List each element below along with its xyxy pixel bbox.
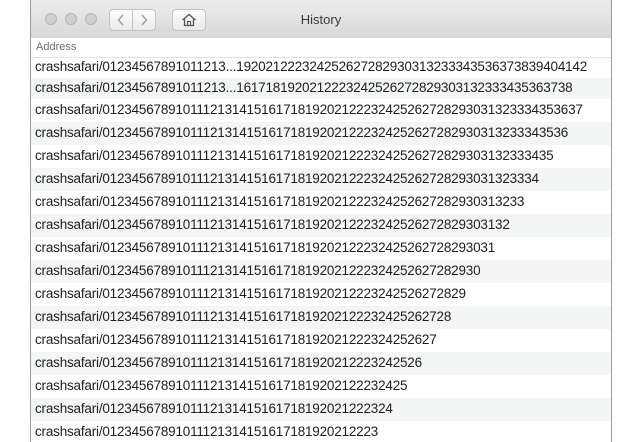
home-icon [182,13,196,27]
history-row[interactable]: crashsafari/0123456789101112131415161718… [31,122,611,145]
history-row[interactable]: crashsafari/0123456789101112131415161718… [31,398,611,421]
history-row[interactable]: crashsafari/0123456789101112131415161718… [31,352,611,375]
chevron-left-icon [117,14,124,26]
minimize-window-button[interactable] [65,13,77,25]
column-header-label: Address [36,41,77,53]
history-row[interactable]: crashsafari/01234567891011213...19202122… [31,58,611,78]
zoom-window-button[interactable] [85,13,97,25]
history-row[interactable]: crashsafari/0123456789101112131415161718… [31,99,611,122]
forward-button[interactable] [132,9,156,31]
chevron-right-icon [141,14,148,26]
close-window-button[interactable] [45,13,57,25]
history-row[interactable]: crashsafari/0123456789101112131415161718… [31,306,611,329]
history-row[interactable]: crashsafari/0123456789101112131415161718… [31,145,611,168]
history-row[interactable]: crashsafari/0123456789101112131415161718… [31,168,611,191]
history-row[interactable]: crashsafari/0123456789101112131415161718… [31,283,611,306]
history-row[interactable]: crashsafari/01234567891011213...16171819… [31,78,611,99]
home-button[interactable] [172,9,206,31]
history-row[interactable]: crashsafari/0123456789101112131415161718… [31,191,611,214]
title-bar: History [31,0,611,39]
column-header-address[interactable]: Address [31,38,611,58]
history-row[interactable]: crashsafari/0123456789101112131415161718… [31,375,611,398]
back-button[interactable] [109,9,133,31]
history-row[interactable]: crashsafari/0123456789101112131415161718… [31,214,611,237]
history-row[interactable]: crashsafari/0123456789101112131415161718… [31,421,611,442]
history-row[interactable]: crashsafari/0123456789101112131415161718… [31,260,611,283]
history-window: History Address crashsafari/012345678910… [30,0,612,442]
history-list: crashsafari/01234567891011213...19202122… [31,58,611,442]
history-row[interactable]: crashsafari/0123456789101112131415161718… [31,237,611,260]
history-row[interactable]: crashsafari/0123456789101112131415161718… [31,329,611,352]
